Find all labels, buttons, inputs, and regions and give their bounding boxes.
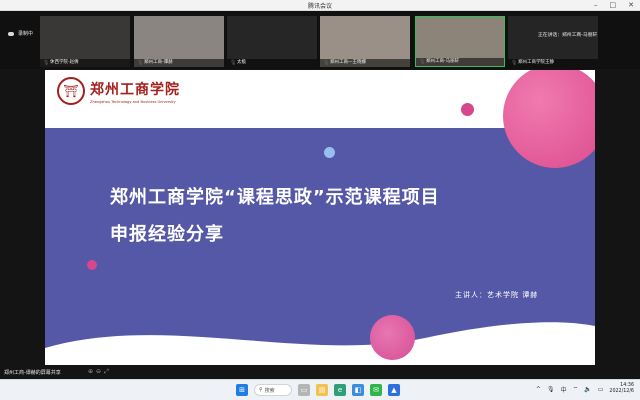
screen-share-label: 郑州工商-谭赫的屏幕共享 <box>4 370 61 376</box>
logo-name-cn: 郑州工商学院 <box>90 81 180 98</box>
record-icon <box>8 31 14 36</box>
window-titlebar: 腾讯会议 – □ ✕ <box>0 0 640 11</box>
logo-name-en: Zhengzhou Technology and Business Univer… <box>90 99 176 104</box>
taskbar-search-label: 搜索 <box>264 387 275 394</box>
minimize-button[interactable]: – <box>594 0 598 11</box>
participant-tile[interactable]: 🎙 郑州工商—王晓娜 <box>320 16 410 67</box>
task-view-icon[interactable]: ▭ <box>298 384 310 396</box>
tray-overflow-icon[interactable]: ^ <box>536 386 541 393</box>
recording-indicator[interactable]: 录制中 <box>8 30 33 37</box>
file-explorer-icon[interactable]: ▤ <box>316 384 328 396</box>
slide-presenter: 主讲人：艺术学院 谭赫 <box>455 291 539 299</box>
slide-wave <box>45 322 595 365</box>
participant-name: 郑州工商学院王静 <box>508 59 598 67</box>
participant-tile[interactable]: 🎙 太极 <box>227 16 317 67</box>
recording-label: 录制中 <box>18 31 34 37</box>
taskbar-apps: ⊞ ⚲ 搜索 ▭ ▤ e ◧ ✉ ▲ <box>236 384 400 396</box>
participant-name: 郑州工商-谭赫 <box>134 59 224 67</box>
participant-tile[interactable]: 🎙 休西学院-赵倩 <box>40 16 130 67</box>
meeting-app-icon[interactable]: ▲ <box>388 384 400 396</box>
edge-browser-icon[interactable]: e <box>334 384 346 396</box>
decorative-dot <box>87 260 97 270</box>
wechat-icon[interactable]: ✉ <box>370 384 382 396</box>
university-seal-icon: ⛩ <box>57 77 85 105</box>
participant-name: 太极 <box>227 59 317 67</box>
screen-share-bar: 郑州工商-谭赫的屏幕共享 ⊕ ⊖ ⤢ <box>0 367 640 379</box>
wifi-icon[interactable]: ⌔ <box>573 385 579 393</box>
windows-start-icon[interactable]: ⊞ <box>236 384 248 396</box>
slide-title-line2: 申报经验分享 <box>110 224 224 245</box>
window-controls: – □ ✕ <box>594 0 634 11</box>
participant-name: 郑州工商—王晓娜 <box>320 59 410 67</box>
participant-strip: 录制中 🎙 休西学院-赵倩 🎙 郑州工商-谭赫 🎙 太极 🎙 郑州工商—王晓娜 … <box>0 11 640 69</box>
zoom-in-icon[interactable]: ⊕ <box>88 368 93 376</box>
taskbar-search[interactable]: ⚲ 搜索 <box>254 384 292 396</box>
clock[interactable]: 14:36 2022/12/6 <box>609 383 634 395</box>
search-icon: ⚲ <box>259 387 263 393</box>
presentation-slide: ⛩ 郑州工商学院 Zhengzhou Technology and Busine… <box>45 70 595 365</box>
clock-date: 2022/12/6 <box>609 389 634 394</box>
maximize-button[interactable]: □ <box>610 0 617 11</box>
participant-tile[interactable]: 🎙 郑州工商学院王静 <box>508 16 598 67</box>
windows-taskbar: ⊞ ⚲ 搜索 ▭ ▤ e ◧ ✉ ▲ ^ 🎙 中 ⌔ 🔈 ▭ 14:36 202… <box>0 379 640 400</box>
store-icon[interactable]: ◧ <box>352 384 364 396</box>
close-button[interactable]: ✕ <box>628 0 634 11</box>
participant-name: 郑州工商-马丽轩 <box>416 58 504 66</box>
participant-tile[interactable]: 🎙 郑州工商-马丽轩 <box>415 16 505 67</box>
decorative-circle <box>370 315 415 360</box>
zoom-controls: ⊕ ⊖ ⤢ <box>88 368 109 376</box>
speaking-indicator: 正在讲话：郑州工商-马丽轩 <box>538 33 598 38</box>
participant-name: 休西学院-赵倩 <box>40 59 130 67</box>
mic-icon[interactable]: 🎙 <box>547 386 555 393</box>
zoom-out-icon[interactable]: ⊖ <box>96 368 101 376</box>
participant-tile[interactable]: 🎙 郑州工商-谭赫 <box>134 16 224 67</box>
battery-icon[interactable]: ▭ <box>598 386 604 393</box>
fit-screen-icon[interactable]: ⤢ <box>104 368 109 376</box>
decorative-dot <box>461 103 474 116</box>
volume-icon[interactable]: 🔈 <box>584 386 591 393</box>
ime-indicator[interactable]: 中 <box>561 385 567 394</box>
window-title: 腾讯会议 <box>307 3 332 10</box>
slide-title-line1: 郑州工商学院“课程思政”示范课程项目 <box>110 187 440 208</box>
decorative-dot <box>324 147 335 158</box>
system-tray: ^ 🎙 中 ⌔ 🔈 ▭ 14:36 2022/12/6 <box>536 383 634 395</box>
university-logo: ⛩ 郑州工商学院 Zhengzhou Technology and Busine… <box>57 77 180 105</box>
